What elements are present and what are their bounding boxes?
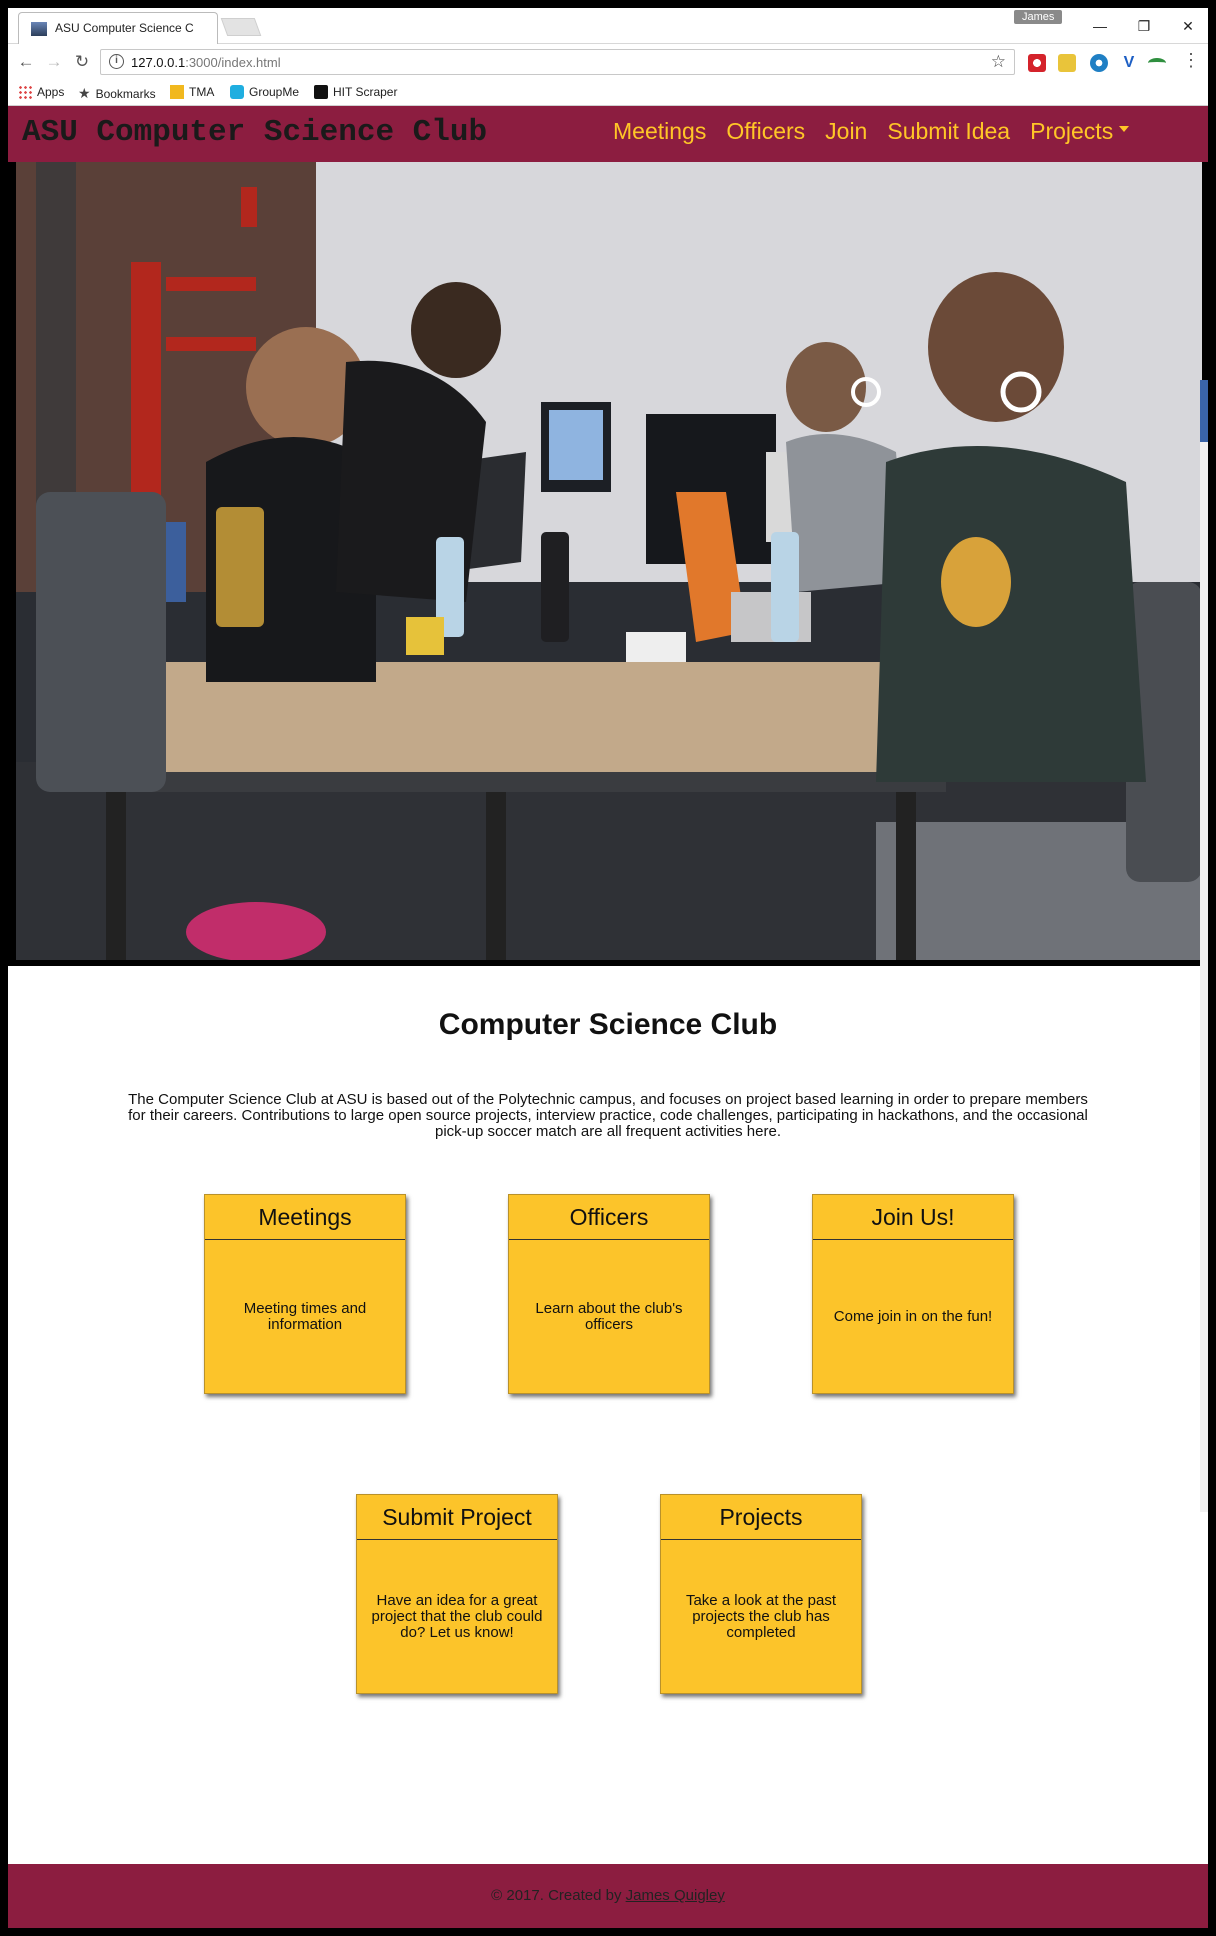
url-path: :3000/index.html: [185, 55, 281, 70]
nav-link-officers[interactable]: Officers: [726, 118, 805, 145]
card-text: Come join in on the fun!: [833, 1308, 993, 1325]
opera-extension-icon[interactable]: [1028, 54, 1046, 72]
star-icon[interactable]: ☆: [991, 52, 1006, 72]
card-title: Meetings: [205, 1195, 405, 1240]
address-bar[interactable]: i 127.0.0.1:3000/index.html ☆: [100, 49, 1015, 75]
arc-extension-icon[interactable]: [1148, 58, 1166, 68]
close-icon[interactable]: ✕: [1168, 14, 1208, 38]
browser-tab[interactable]: ASU Computer Science C: [18, 12, 218, 44]
card-title: Projects: [661, 1495, 861, 1540]
bookmark-groupme[interactable]: GroupMe: [230, 85, 299, 99]
reload-icon[interactable]: ↻: [70, 50, 94, 74]
card-officers[interactable]: Officers Learn about the club's officers: [508, 1194, 710, 1394]
card-text: Take a look at the past projects the clu…: [685, 1592, 837, 1641]
club-photo: [16, 162, 1202, 960]
caret-down-icon: [1119, 125, 1130, 132]
nav-link-submit-idea[interactable]: Submit Idea: [887, 118, 1010, 145]
scrollbar-track[interactable]: [1200, 442, 1208, 1512]
nav-links: Meetings Officers Join Submit Idea Proje…: [613, 118, 1130, 145]
web-page: ASU Computer Science Club Meetings Offic…: [8, 106, 1208, 1928]
favicon-icon: [31, 22, 47, 36]
new-tab-button[interactable]: [220, 18, 262, 36]
card-submit-project[interactable]: Submit Project Have an idea for a great …: [356, 1494, 558, 1694]
browser-window: ASU Computer Science C James — ❐ ✕ ← → ↻…: [8, 8, 1208, 1928]
bookmark-tma[interactable]: TMA: [170, 85, 214, 99]
menu-dots-icon[interactable]: ⋮: [1182, 50, 1200, 71]
bookmark-hit-scraper[interactable]: HIT Scraper: [314, 85, 397, 99]
page-title: Computer Science Club: [438, 1008, 778, 1041]
site-brand[interactable]: ASU Computer Science Club: [22, 115, 487, 150]
site-footer: © 2017. Created by James Quigley: [8, 1864, 1208, 1928]
intro-paragraph: The Computer Science Club at ASU is base…: [128, 1091, 1088, 1140]
nav-link-projects-dropdown[interactable]: Projects: [1030, 118, 1130, 145]
site-navbar: ASU Computer Science Club Meetings Offic…: [8, 106, 1208, 162]
profile-badge[interactable]: James: [1014, 10, 1063, 24]
browser-toolbar: ← → ↻ i 127.0.0.1:3000/index.html ☆ V ⋮: [8, 44, 1208, 80]
tma-icon: [170, 85, 184, 99]
star-icon: ★: [78, 85, 91, 101]
hero-banner: [8, 162, 1208, 966]
restore-icon[interactable]: ❐: [1124, 14, 1164, 38]
forward-arrow-icon[interactable]: →: [42, 50, 66, 74]
bookmark-bookmarks[interactable]: ★ Bookmarks: [78, 85, 156, 102]
eye-extension-icon[interactable]: [1090, 54, 1108, 72]
card-join-us[interactable]: Join Us! Come join in on the fun!: [812, 1194, 1014, 1394]
footer-author-link[interactable]: James Quigley: [626, 1887, 725, 1904]
card-text: Learn about the club's officers: [535, 1300, 683, 1333]
groupme-icon: [230, 85, 244, 99]
card-text: Meeting times and information: [243, 1300, 367, 1333]
bookmark-apps[interactable]: Apps: [18, 85, 64, 99]
nav-link-meetings[interactable]: Meetings: [613, 118, 706, 145]
url-host: 127.0.0.1: [131, 55, 186, 70]
info-icon[interactable]: i: [109, 54, 124, 69]
nav-link-join[interactable]: Join: [825, 118, 867, 145]
card-meetings[interactable]: Meetings Meeting times and information: [204, 1194, 406, 1394]
card-projects[interactable]: Projects Take a look at the past project…: [660, 1494, 862, 1694]
bookmarks-bar: Apps ★ Bookmarks TMA GroupMe HIT Scraper: [8, 80, 1208, 106]
scrollbar-thumb[interactable]: [1200, 380, 1208, 442]
card-title: Officers: [509, 1195, 709, 1240]
card-text: Have an idea for a great project that th…: [371, 1592, 543, 1641]
card-title: Submit Project: [357, 1495, 557, 1540]
apps-grid-icon: [18, 85, 32, 99]
tab-strip: ASU Computer Science C James — ❐ ✕: [8, 8, 1208, 44]
tab-title: ASU Computer Science C: [55, 21, 194, 35]
footer-text: © 2017. Created by: [491, 1887, 626, 1904]
minimize-icon[interactable]: —: [1080, 14, 1120, 38]
back-arrow-icon[interactable]: ←: [14, 50, 38, 74]
notes-extension-icon[interactable]: [1058, 54, 1076, 72]
hit-scraper-icon: [314, 85, 328, 99]
v-extension-icon[interactable]: V: [1120, 54, 1138, 72]
card-title: Join Us!: [813, 1195, 1013, 1240]
